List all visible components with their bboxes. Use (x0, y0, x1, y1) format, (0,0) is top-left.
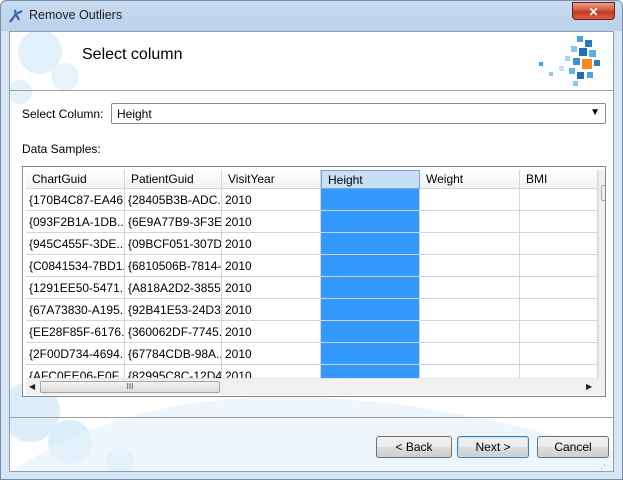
column-header-bmi[interactable]: BMI (520, 170, 598, 189)
horizontal-scroll-thumb[interactable]: III (40, 381, 220, 393)
scroll-up-icon[interactable]: ▲ (603, 171, 605, 180)
wizard-header: Select column (10, 32, 613, 90)
vertical-scroll-thumb[interactable] (601, 185, 605, 201)
back-button[interactable]: < Back (376, 436, 452, 458)
grid-cell[interactable] (321, 299, 420, 321)
select-column-dropdown[interactable]: Height ▼ (111, 103, 606, 124)
grid-cell[interactable] (520, 189, 598, 211)
grid-cell[interactable] (420, 343, 520, 365)
grid-cell[interactable] (520, 233, 598, 255)
grid-cell[interactable]: 2010 (222, 255, 321, 277)
resize-grip-icon[interactable]: ⋰ (597, 463, 606, 474)
grid-cell[interactable]: 2010 (222, 343, 321, 365)
grid-cell[interactable]: 2010 (222, 189, 321, 211)
grid-cell[interactable]: {EE28F85F-6176... (26, 321, 125, 343)
close-button[interactable]: ✕ (572, 2, 615, 20)
grid-cell[interactable]: {67A73830-A195... (26, 299, 125, 321)
dialog-window: Remove Outliers ✕ Select column Select C… (0, 0, 623, 480)
grid-cell[interactable] (321, 255, 420, 277)
grid-cell[interactable] (420, 233, 520, 255)
vertical-scrollbar[interactable]: ▲ ▼ (598, 170, 605, 378)
grid-cell[interactable] (420, 321, 520, 343)
grid-cell[interactable]: 2010 (222, 299, 321, 321)
grid-cell[interactable]: 2010 (222, 321, 321, 343)
column-header-visityear[interactable]: VisitYear (222, 170, 321, 189)
data-samples-grid[interactable]: ChartGuid PatientGuid VisitYear Height W… (22, 166, 606, 397)
dropdown-arrow-icon[interactable]: ▼ (590, 107, 600, 118)
grid-cell[interactable]: {6810506B-7814-... (125, 255, 222, 277)
select-column-value: Height (117, 107, 152, 121)
grid-cell[interactable] (520, 277, 598, 299)
grid-cell[interactable]: 2010 (222, 211, 321, 233)
grid-cell[interactable] (520, 255, 598, 277)
window-title: Remove Outliers (29, 8, 123, 22)
column-header-patientguid[interactable]: PatientGuid (125, 170, 222, 189)
grid-cell[interactable] (321, 321, 420, 343)
footer-divider (10, 417, 613, 418)
scroll-left-icon[interactable]: ◀ (29, 382, 35, 391)
horizontal-scrollbar[interactable]: ◀ III ▶ (26, 378, 598, 395)
grid-cell[interactable] (420, 211, 520, 233)
grid-cell[interactable] (420, 299, 520, 321)
grid-cell[interactable]: {6E9A77B9-3F3E... (125, 211, 222, 233)
scroll-right-icon[interactable]: ▶ (586, 382, 592, 391)
grid-cell[interactable] (321, 343, 420, 365)
column-header-chartguid[interactable]: ChartGuid (26, 170, 125, 189)
grid-cell[interactable]: {A818A2D2-3855... (125, 277, 222, 299)
grid-cell[interactable]: {C0841534-7BD1... (26, 255, 125, 277)
grid-cell[interactable]: 2010 (222, 277, 321, 299)
logo-icon (539, 36, 600, 86)
grid-cell[interactable]: {92B41E53-24D3... (125, 299, 222, 321)
grid-cell[interactable]: {1291EE50-5471... (26, 277, 125, 299)
scrollbar-corner (598, 378, 605, 395)
grid-cell[interactable]: 2010 (222, 233, 321, 255)
column-header-weight[interactable]: Weight (420, 170, 520, 189)
grid-cell[interactable] (321, 277, 420, 299)
column-header-height[interactable]: Height (321, 170, 420, 189)
cancel-button[interactable]: Cancel (537, 436, 609, 458)
grid-cell[interactable]: {170B4C87-EA46... (26, 189, 125, 211)
grid-cell[interactable] (321, 211, 420, 233)
grid-cell[interactable]: {093F2B1A-1DB... (26, 211, 125, 233)
grid-cell[interactable] (420, 255, 520, 277)
grid-cell[interactable]: {945C455F-3DE... (26, 233, 125, 255)
header-divider (10, 90, 613, 91)
title-bar[interactable]: Remove Outliers ✕ (1, 1, 622, 31)
grid-cell[interactable] (520, 211, 598, 233)
grid-cell[interactable] (321, 233, 420, 255)
grid-cell[interactable]: {28405B3B-ADC... (125, 189, 222, 211)
grid-cell[interactable] (321, 189, 420, 211)
wizard-client-area: Select column Select Column: Height ▼ Da… (9, 31, 614, 472)
grid-cell[interactable] (520, 343, 598, 365)
scroll-down-icon[interactable]: ▼ (603, 366, 605, 375)
grid-cell[interactable]: {2F00D734-4694... (26, 343, 125, 365)
grid-cell[interactable]: {67784CDB-98A... (125, 343, 222, 365)
grid-cell[interactable] (420, 189, 520, 211)
page-title: Select column (82, 46, 183, 63)
data-samples-label: Data Samples: (22, 142, 101, 156)
grid-cell[interactable] (520, 299, 598, 321)
app-icon (9, 9, 23, 23)
grid-cell[interactable]: {360062DF-7745... (125, 321, 222, 343)
select-column-label: Select Column: (22, 107, 104, 121)
grid-cell[interactable] (420, 277, 520, 299)
next-button[interactable]: Next > (457, 436, 529, 458)
grid-cell[interactable]: {09BCF051-307D... (125, 233, 222, 255)
close-icon: ✕ (588, 5, 599, 19)
grid-cell[interactable] (520, 321, 598, 343)
